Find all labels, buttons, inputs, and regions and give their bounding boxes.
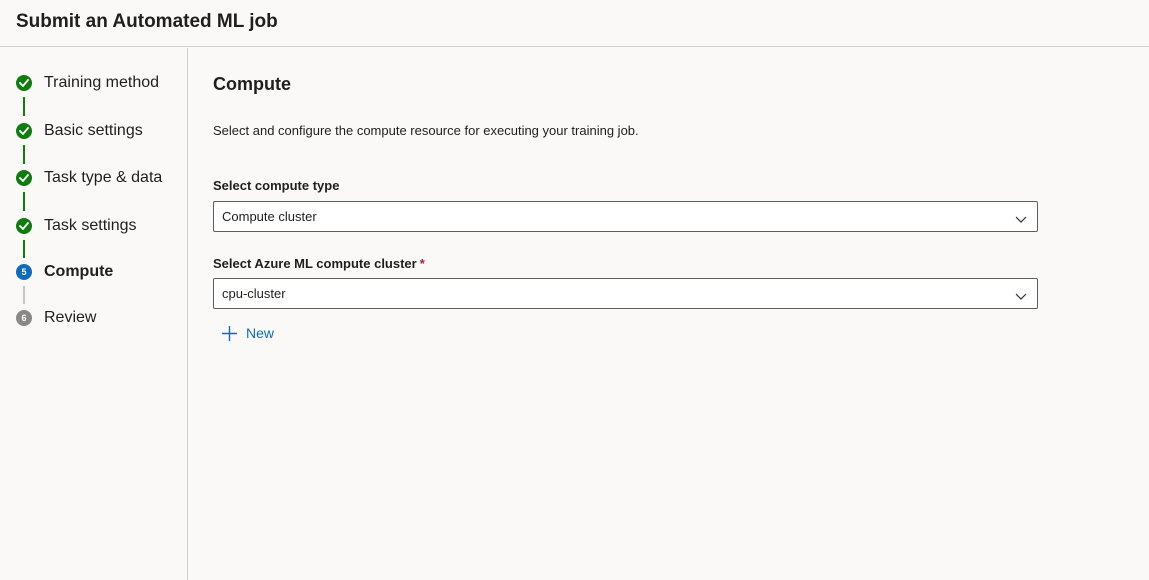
chevron-down-icon	[1015, 211, 1027, 229]
compute-cluster-value: cpu-cluster	[222, 286, 286, 301]
compute-type-label: Select compute type	[213, 178, 339, 193]
step-connector	[23, 145, 25, 164]
required-marker: *	[419, 256, 425, 271]
compute-cluster-label: Select Azure ML compute cluster *	[213, 256, 425, 271]
step-task-type-data[interactable]: Task type & data	[16, 166, 186, 190]
page-header: Submit an Automated ML job	[0, 0, 1149, 47]
section-description: Select and configure the compute resourc…	[213, 123, 639, 138]
step-task-settings[interactable]: Task settings	[16, 214, 186, 238]
step-compute[interactable]: 5 Compute	[16, 260, 186, 284]
page-title: Submit an Automated ML job	[16, 11, 278, 32]
plus-icon	[221, 325, 238, 347]
step-number-badge: 6	[16, 310, 32, 326]
step-label: Training method	[44, 74, 160, 91]
wizard-steps: Training method Basic settings Task type…	[0, 48, 188, 580]
compute-type-label-text: Select compute type	[213, 178, 340, 193]
step-label: Compute	[44, 263, 114, 280]
checkmark-circle-icon	[16, 75, 32, 91]
step-number-badge: 5	[16, 264, 32, 280]
section-title: Compute	[213, 74, 291, 94]
checkmark-circle-icon	[16, 218, 32, 234]
chevron-down-icon	[1015, 288, 1027, 306]
step-basic-settings[interactable]: Basic settings	[16, 119, 186, 143]
compute-type-value: Compute cluster	[222, 209, 317, 224]
step-label: Task type & data	[44, 169, 163, 186]
step-label: Basic settings	[44, 122, 143, 139]
step-connector	[23, 97, 25, 116]
new-button-label: New	[246, 325, 275, 341]
step-label: Review	[44, 309, 97, 326]
step-label: Task settings	[44, 217, 137, 234]
step-connector	[23, 286, 25, 304]
step-review[interactable]: 6 Review	[16, 306, 186, 330]
compute-cluster-label-text: Select Azure ML compute cluster	[213, 256, 417, 271]
checkmark-circle-icon	[16, 123, 32, 139]
step-training-method[interactable]: Training method	[16, 71, 186, 95]
step-connector	[23, 240, 25, 258]
checkmark-circle-icon	[16, 170, 32, 186]
compute-type-dropdown[interactable]: Compute cluster	[213, 201, 1038, 232]
step-connector	[23, 192, 25, 211]
compute-cluster-dropdown[interactable]: cpu-cluster	[213, 278, 1038, 309]
